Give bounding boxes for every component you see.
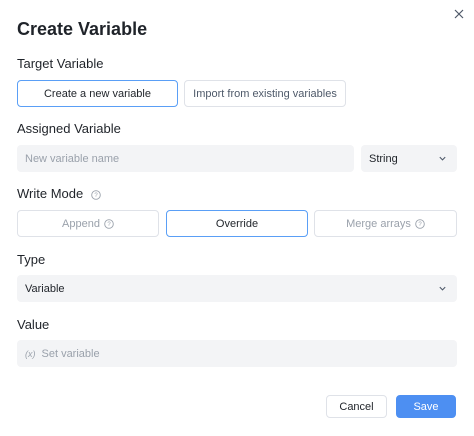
value-label: Value [17, 317, 50, 332]
target-variable-label: Target Variable [17, 56, 104, 71]
create-variable-dialog: Create Variable Target Variable Create a… [0, 0, 474, 436]
help-icon[interactable]: ? [91, 189, 101, 200]
type-select[interactable]: Variable [17, 275, 457, 302]
help-icon: ? [104, 218, 114, 229]
variable-prefix-icon: (x) [25, 348, 36, 359]
chevron-down-icon [439, 286, 446, 291]
close-icon[interactable] [451, 6, 467, 22]
svg-text:?: ? [418, 222, 422, 228]
help-icon: ? [415, 218, 425, 229]
value-input[interactable] [41, 347, 457, 360]
svg-text:?: ? [94, 193, 98, 199]
save-button[interactable]: Save [396, 395, 456, 418]
append-option[interactable]: Append ? [17, 210, 159, 237]
write-mode-label-row: Write Mode ? [17, 186, 101, 202]
override-option[interactable]: Override [166, 210, 308, 237]
variable-type-value: String [369, 152, 398, 165]
merge-arrays-option[interactable]: Merge arrays ? [314, 210, 457, 237]
assigned-variable-label: Assigned Variable [17, 121, 121, 136]
variable-name-input[interactable] [25, 152, 354, 165]
dialog-title: Create Variable [17, 19, 148, 39]
import-existing-variables-option[interactable]: Import from existing variables [184, 80, 346, 107]
cancel-button[interactable]: Cancel [326, 395, 387, 418]
type-label: Type [17, 252, 46, 267]
variable-type-select[interactable]: String [361, 145, 457, 172]
value-input-wrapper: (x) [17, 340, 457, 367]
write-mode-label: Write Mode [17, 186, 84, 201]
type-value: Variable [25, 282, 65, 295]
svg-text:?: ? [107, 222, 111, 228]
merge-arrays-option-label: Merge arrays [346, 217, 411, 230]
chevron-down-icon [439, 156, 446, 161]
variable-name-input-wrapper [17, 145, 354, 172]
create-new-variable-option[interactable]: Create a new variable [17, 80, 178, 107]
append-option-label: Append [62, 217, 100, 230]
